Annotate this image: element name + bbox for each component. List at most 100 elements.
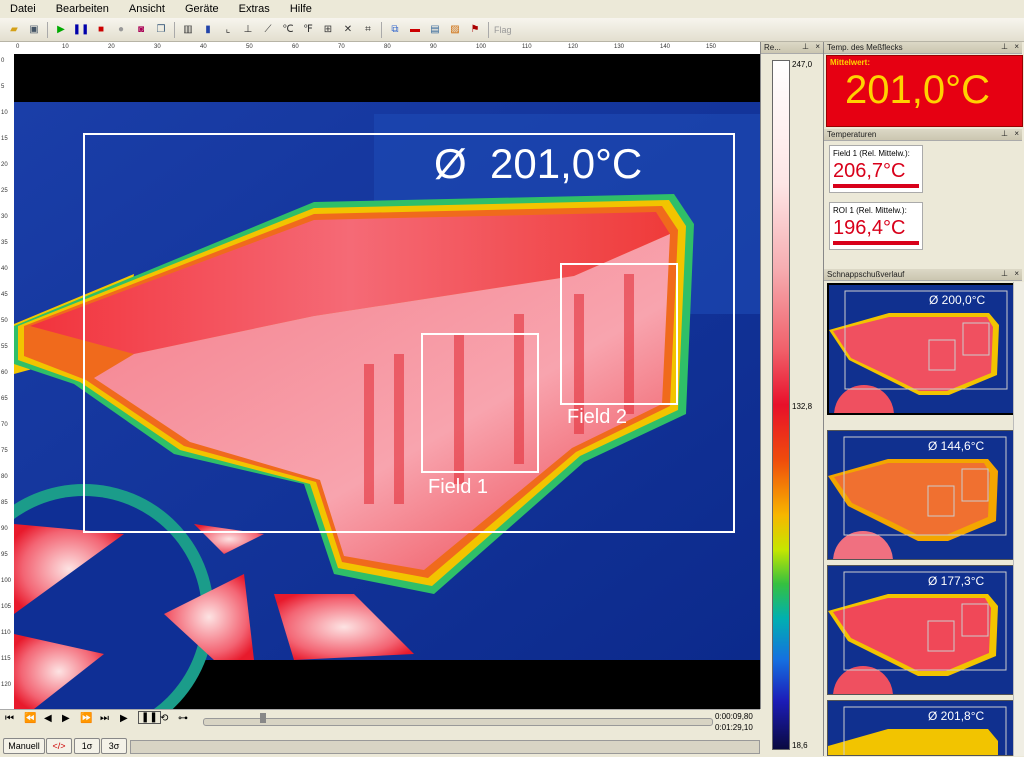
thermal-image[interactable]: Ø 201,0°C Field 1 Field 2 [14, 54, 760, 709]
close-icon[interactable]: × [815, 42, 820, 51]
save-icon[interactable]: ▣ [26, 22, 42, 38]
menu-ansicht[interactable]: Ansicht [119, 3, 175, 15]
three-sigma-button[interactable]: 3σ [101, 738, 127, 754]
ruler-left-tick: 25 [1, 188, 8, 194]
pause-icon[interactable]: ❚❚ [73, 22, 90, 38]
temp-item-value: 196,4°C [833, 217, 906, 239]
loop-icon[interactable]: ⟲ [160, 713, 168, 724]
ruler-top-tick: 140 [660, 44, 671, 50]
snapshot-thumbnail[interactable]: Ø 201,8°C [827, 700, 1015, 756]
fast-forward-icon[interactable]: ⏩ [80, 713, 92, 724]
warning-icon[interactable]: ▨ [447, 22, 463, 38]
scale-mid: 132,8 [792, 402, 813, 411]
tools-icon[interactable]: ✕ [340, 22, 356, 38]
play-icon[interactable]: ▶ [120, 713, 128, 724]
pause-icon[interactable]: ❚❚ [138, 711, 161, 724]
step-back-icon[interactable]: ◀ [44, 713, 52, 724]
ruler-top-tick: 110 [522, 44, 532, 50]
copy-icon[interactable]: ❐ [153, 22, 169, 38]
toolbar-separator [47, 21, 48, 38]
ruler-left-tick: 100 [1, 578, 12, 584]
palette-icon[interactable]: ▬ [407, 22, 423, 38]
compare-icon[interactable]: ⧉ [387, 22, 403, 38]
field2-label: Field 2 [567, 406, 628, 428]
celsius-icon[interactable]: ℃ [280, 22, 296, 38]
rewind-icon[interactable]: ⏪ [24, 713, 36, 724]
pin-icon[interactable]: ⊥ [802, 42, 809, 51]
close-icon[interactable]: × [1014, 42, 1019, 51]
scale-panel-header: Re... ⊥ × [761, 42, 823, 54]
close-icon[interactable]: × [1014, 129, 1019, 138]
histogram-icon[interactable]: ▥ [180, 22, 196, 38]
ruler-left: 0 5 10 15 20 25 30 35 40 45 50 55 60 65 70 75 80 85 90 95 10… [0, 54, 15, 709]
trend-icon[interactable]: ⟋ [260, 22, 276, 38]
ruler-top-tick: 30 [154, 44, 161, 50]
step-forward-icon[interactable]: ▶ [62, 713, 70, 724]
menu-datei[interactable]: Datei [0, 3, 46, 15]
code-button[interactable]: </> [46, 738, 72, 754]
menu-extras[interactable]: Extras [229, 3, 280, 15]
ruler-left-tick: 80 [1, 474, 8, 480]
ruler-top-tick: 50 [246, 44, 253, 50]
record-icon[interactable]: ● [113, 22, 129, 38]
toolbar-separator [174, 21, 175, 38]
flag-icon[interactable]: ⚑ [467, 22, 483, 38]
ruler-top-tick: 90 [430, 44, 437, 50]
skip-end-icon[interactable]: ⏭ [100, 713, 109, 724]
speed-icon[interactable]: ⊶ [178, 713, 188, 724]
menu-hilfe[interactable]: Hilfe [280, 3, 322, 15]
color-scale-panel: Re... ⊥ × [761, 42, 824, 756]
overlay-average-temperature: Ø 201,0°C [434, 140, 643, 187]
snapshot-scrollbar[interactable] [1013, 282, 1024, 756]
layers-icon[interactable]: ▤ [427, 22, 443, 38]
snapshot-value: Ø 201,8°C [928, 709, 985, 723]
scale-range-slider[interactable] [130, 740, 760, 754]
temperature-icon[interactable]: ℉ [300, 22, 316, 38]
profile-icon[interactable]: ⊥ [240, 22, 256, 38]
skip-start-icon[interactable]: ⏮ [5, 713, 14, 724]
line-chart-icon[interactable]: ⌞ [220, 22, 236, 38]
one-sigma-button[interactable]: 1σ [74, 738, 100, 754]
ruler-top-tick: 130 [614, 44, 625, 50]
close-icon[interactable]: × [1014, 269, 1019, 278]
timeline-slider[interactable] [203, 718, 713, 726]
temp-item-bar [833, 241, 919, 245]
ruler-left-tick: 115 [1, 656, 11, 662]
snapshot-image [828, 566, 1014, 694]
snapshot-value: Ø 177,3°C [928, 574, 985, 588]
snapshot-thumbnail[interactable]: Ø 144,6°C [827, 430, 1015, 560]
ruler-left-tick: 15 [1, 136, 8, 142]
ruler-left-tick: 40 [1, 266, 8, 272]
play-icon[interactable]: ▶ [53, 22, 69, 38]
flag-label: Flag [494, 24, 512, 35]
timeline-thumb[interactable] [260, 713, 266, 723]
layout-icon[interactable]: ⊞ [320, 22, 336, 38]
temp-item-roi1: ROI 1 (Rel. Mittelw.): 196,4°C [829, 202, 923, 250]
snapshot-thumbnail[interactable]: Ø 200,0°C [827, 283, 1017, 415]
temp-item-label: Field 1 (Rel. Mittelw.): [833, 149, 910, 158]
snap-panel-header: Schnappschußverlauf ⊥ × [824, 269, 1022, 281]
ruler-left-tick: 55 [1, 344, 8, 350]
ruler-top-tick: 100 [476, 44, 487, 50]
menu-bearbeiten[interactable]: Bearbeiten [46, 3, 119, 15]
measure-caption: Mittelwert: [830, 58, 870, 67]
pin-icon[interactable]: ⊥ [1001, 269, 1008, 278]
manual-button[interactable]: Manuell [3, 738, 45, 754]
menu-geraete[interactable]: Geräte [175, 3, 229, 15]
stop-icon[interactable]: ■ [93, 22, 109, 38]
pin-icon[interactable]: ⊥ [1001, 42, 1008, 51]
ruler-left-tick: 120 [1, 682, 12, 688]
measure-panel-title: Temp. des Meßflecks [827, 43, 903, 52]
pin-icon[interactable]: ⊥ [1001, 129, 1008, 138]
snapshot-value: Ø 144,6°C [928, 439, 985, 453]
snapshot-image [828, 701, 1014, 755]
ruler-left-tick: 70 [1, 422, 8, 428]
camera-icon[interactable]: ◙ [133, 22, 149, 38]
ruler-left-tick: 20 [1, 162, 8, 168]
bar-chart-icon[interactable]: ▮ [200, 22, 216, 38]
snapshot-thumbnail[interactable]: Ø 177,3°C [827, 565, 1015, 695]
measure-panel-header: Temp. des Meßflecks ⊥ × [824, 42, 1022, 54]
ruler-top-tick: 120 [568, 44, 579, 50]
grid-icon[interactable]: ⌗ [360, 22, 376, 38]
open-icon[interactable]: ▰ [6, 22, 22, 38]
